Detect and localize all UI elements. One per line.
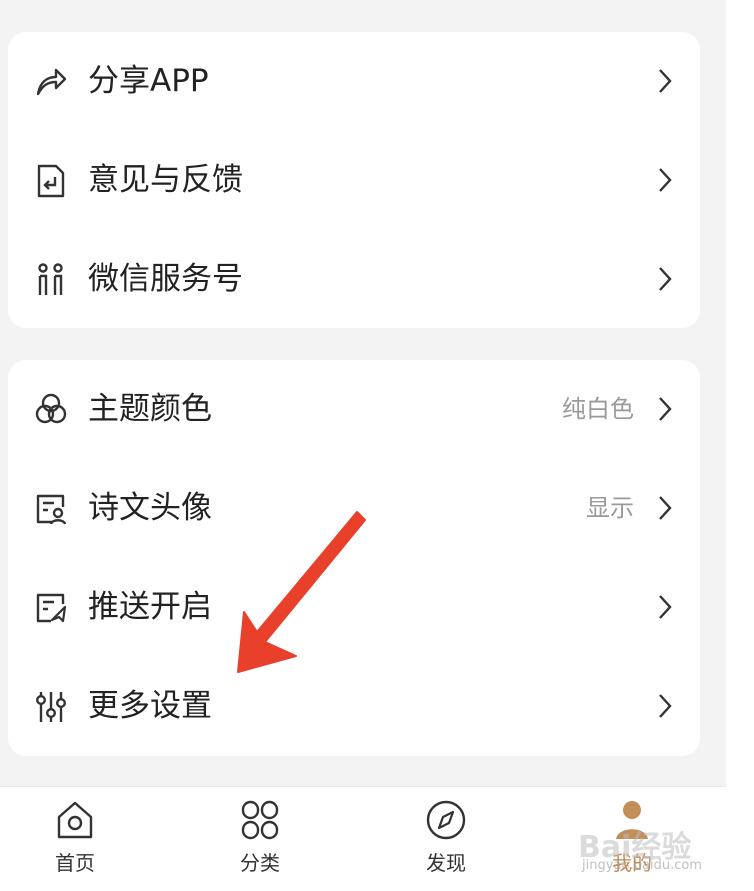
row-label: 更多设置 xyxy=(88,688,212,724)
row-label: 主题颜色 xyxy=(88,391,212,427)
chevron-right-icon xyxy=(658,396,672,422)
row-label: 意见与反馈 xyxy=(88,162,243,198)
home-icon xyxy=(55,799,95,841)
row-feedback[interactable]: 意见与反馈 xyxy=(8,131,700,231)
row-more-settings[interactable]: 更多设置 xyxy=(8,657,700,757)
baidu-jingyan-watermark: Bai经验 jingyan.baidu.com xyxy=(578,822,728,882)
row-share-app[interactable]: 分享APP xyxy=(8,32,700,132)
share-icon xyxy=(34,64,68,100)
row-label: 分享APP xyxy=(88,63,209,99)
tab-label: 分类 xyxy=(240,851,280,875)
chevron-right-icon xyxy=(658,693,672,719)
row-label: 诗文头像 xyxy=(88,490,212,526)
push-icon xyxy=(34,590,68,626)
tab-discover[interactable]: 发现 xyxy=(386,787,506,891)
tab-category[interactable]: 分类 xyxy=(200,787,320,891)
poem-avatar-icon xyxy=(34,491,68,527)
chevron-right-icon xyxy=(658,266,672,292)
chevron-right-icon xyxy=(658,68,672,94)
category-icon xyxy=(240,799,280,841)
row-theme-color[interactable]: 主题颜色 纯白色 xyxy=(8,360,700,460)
settings-group-2: 主题颜色 纯白色 诗文头像 显示 推送开启 更多设置 xyxy=(8,360,700,756)
tab-label: 首页 xyxy=(55,851,95,875)
row-label: 微信服务号 xyxy=(88,261,243,297)
wechat-service-icon xyxy=(34,262,68,298)
watermark-url: jingyan.baidu.com xyxy=(582,858,702,873)
chevron-right-icon xyxy=(658,167,672,193)
feedback-icon xyxy=(34,163,68,199)
right-margin xyxy=(726,0,754,890)
row-push[interactable]: 推送开启 xyxy=(8,558,700,658)
tab-home[interactable]: 首页 xyxy=(15,787,135,891)
theme-color-icon xyxy=(34,392,68,428)
tab-label: 发现 xyxy=(426,851,466,875)
row-value: 纯白色 xyxy=(562,395,634,423)
settings-group-1: 分享APP 意见与反馈 微信服务号 xyxy=(8,32,700,328)
row-value: 显示 xyxy=(586,494,634,522)
row-poem-avatar[interactable]: 诗文头像 显示 xyxy=(8,459,700,559)
chevron-right-icon xyxy=(658,495,672,521)
compass-icon xyxy=(426,799,466,841)
settings-sliders-icon xyxy=(34,689,68,725)
row-wechat-service[interactable]: 微信服务号 xyxy=(8,230,700,330)
row-label: 推送开启 xyxy=(88,589,212,625)
chevron-right-icon xyxy=(658,594,672,620)
